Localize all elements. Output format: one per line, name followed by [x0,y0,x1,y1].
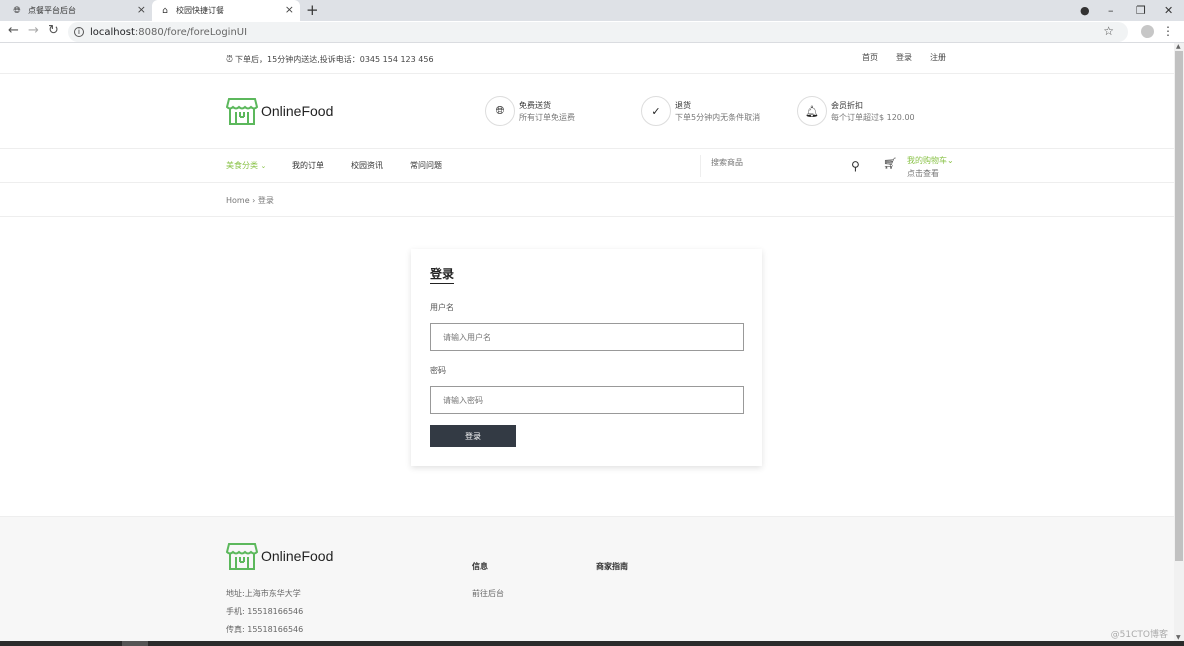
close-tab-icon[interactable]: × [285,3,294,16]
footer-admin-link[interactable]: 前往后台 [472,588,504,599]
feature-title: 免费送货 [519,100,551,110]
feature-return: ✓ 退货 下单5分钟内无条件取消 [641,96,760,126]
delivery-notice: ⏰︎ 下单后，15分钟内送达,投诉电话：0345 154 123 456 [226,54,434,65]
site-header: OnlineFood 🌐︎ 免费送货 所有订单免运费 ✓ 退货 下单5分钟内无条… [0,74,1174,149]
password-label: 密码 [430,366,446,375]
breadcrumb-home[interactable]: Home [226,196,250,205]
scroll-up-icon[interactable]: ▲ [1176,43,1181,50]
back-arrow-icon[interactable]: ← [8,23,19,38]
taskbar-item[interactable] [122,641,148,646]
footer-merchant-guide-title: 商家指南 [596,562,628,571]
store-icon: ⌂ [162,5,168,16]
footer-fax: 传真: 15518166546 [226,625,304,634]
login-button[interactable]: 登录 [430,425,516,447]
breadcrumb: Home › 登录 [0,183,1174,217]
feature-free-delivery: 🌐︎ 免费送货 所有订单免运费 [485,96,575,126]
link-login[interactable]: 登录 [896,52,912,63]
maximize-button[interactable]: ❐ [1136,0,1146,21]
top-info-bar: ⏰︎ 下单后，15分钟内送达,投诉电话：0345 154 123 456 首页 … [0,43,1174,74]
new-tab-button[interactable]: + [306,1,319,19]
url-field[interactable]: i localhost:8080/fore/foreLoginUI [68,22,1128,42]
page-scrollbar[interactable]: ▲ ▼ [1174,43,1184,641]
footer-info-title: 信息 [472,562,488,571]
storefront-logo-icon [226,543,258,570]
browser-tab-campus-order[interactable]: ⌂ 校园快捷订餐 × [152,0,300,21]
username-input[interactable] [431,324,743,350]
site-logo[interactable]: OnlineFood [226,96,333,126]
taskbar [0,641,1184,646]
login-card: 登录 用户名 密码 登录 [411,249,762,466]
password-field-wrapper [430,386,744,414]
browser-tab-admin[interactable]: 🌐︎ 点餐平台后台 × [4,0,152,21]
username-label: 用户名 [430,303,454,312]
breadcrumb-current: 登录 [257,196,274,205]
search-box: ⚲ [700,155,867,177]
check-circle-icon: ✓ [641,96,671,126]
nav-faq[interactable]: 常问问题 [410,160,442,171]
bell-icon: 🔔︎ [797,96,827,126]
nav-my-orders[interactable]: 我的订单 [292,160,324,171]
login-title: 登录 [430,265,455,284]
scroll-down-icon[interactable]: ▼ [1176,634,1181,641]
close-window-button[interactable]: ✕ [1164,0,1173,21]
cart-subtitle: 点击查看 [907,169,939,178]
close-tab-icon[interactable]: × [137,3,146,16]
site-footer: OnlineFood 地址:上海市东华大学 手机: 15518166546 传真… [0,516,1174,641]
breadcrumb-separator-icon: › [252,196,256,205]
feature-subtitle: 每个订单超过$ 120.00 [831,112,915,122]
main-nav: 美食分类 ⌄ 我的订单 校园资讯 常问问题 ⚲ 🛒︎ 我的购物车⌄ 点击查看 [0,149,1174,183]
globe-icon: 🌐︎ [13,5,21,16]
address-bar: ← → ↻ i localhost:8080/fore/foreLoginUI … [0,21,1184,43]
link-home[interactable]: 首页 [862,52,878,63]
bookmark-star-icon[interactable]: ☆ [1103,24,1114,38]
profile-record-icon[interactable]: ● [1080,0,1090,21]
nav-food-categories[interactable]: 美食分类 ⌄ [226,160,266,171]
logo-text: OnlineFood [261,548,334,564]
feature-title: 会员折扣 [831,100,863,110]
browser-menu-icon[interactable]: ⋮ [1162,24,1174,38]
cart-title: 我的购物车 [907,156,947,165]
browser-tab-bar: 🌐︎ 点餐平台后台 × ⌂ 校园快捷订餐 × + ● – ❐ ✕ [0,0,1184,21]
feature-subtitle: 下单5分钟内无条件取消 [675,112,761,122]
profile-avatar[interactable] [1141,25,1154,38]
scrollbar-thumb[interactable] [1175,51,1183,561]
footer-phone: 手机: 15518166546 [226,607,304,616]
username-field-wrapper [430,323,744,351]
cart-icon[interactable]: 🛒︎ [883,157,897,170]
tab-label: 校园快捷订餐 [176,6,224,15]
chevron-down-icon: ⌄ [260,162,267,170]
footer-logo[interactable]: OnlineFood [226,541,333,571]
password-input[interactable] [431,387,743,413]
globe-icon: 🌐︎ [485,96,515,126]
feature-title: 退货 [675,100,691,110]
feature-subtitle: 所有订单免运费 [519,112,575,122]
nav-campus-news[interactable]: 校园资讯 [351,160,383,171]
minimize-button[interactable]: – [1108,0,1114,21]
storefront-logo-icon [226,98,258,125]
watermark: @51CTO博客 [1110,630,1168,640]
alarm-clock-icon: ⏰︎ [226,54,234,65]
feature-member-discount: 🔔︎ 会员折扣 每个订单超过$ 120.00 [797,96,915,126]
chevron-down-icon: ⌄ [947,156,954,165]
search-input[interactable] [711,158,841,167]
page-viewport: ⏰︎ 下单后，15分钟内送达,投诉电话：0345 154 123 456 首页 … [0,43,1174,641]
reload-icon[interactable]: ↻ [48,23,59,38]
top-links: 首页 登录 注册 [862,52,964,63]
url-path: :8080/fore/foreLoginUI [134,26,248,38]
nav-label: 美食分类 [226,161,258,170]
info-icon[interactable]: i [74,27,84,37]
footer-address: 地址:上海市东华大学 [226,589,301,598]
tab-label: 点餐平台后台 [28,6,76,15]
logo-text: OnlineFood [261,103,334,119]
forward-arrow-icon[interactable]: → [28,23,39,38]
cart-link[interactable]: 我的购物车⌄ 点击查看 [907,155,954,179]
search-icon[interactable]: ⚲ [851,159,860,173]
url-host: localhost [90,26,135,38]
link-register[interactable]: 注册 [930,52,946,63]
notice-text: 下单后，15分钟内送达,投诉电话：0345 154 123 456 [235,55,434,64]
